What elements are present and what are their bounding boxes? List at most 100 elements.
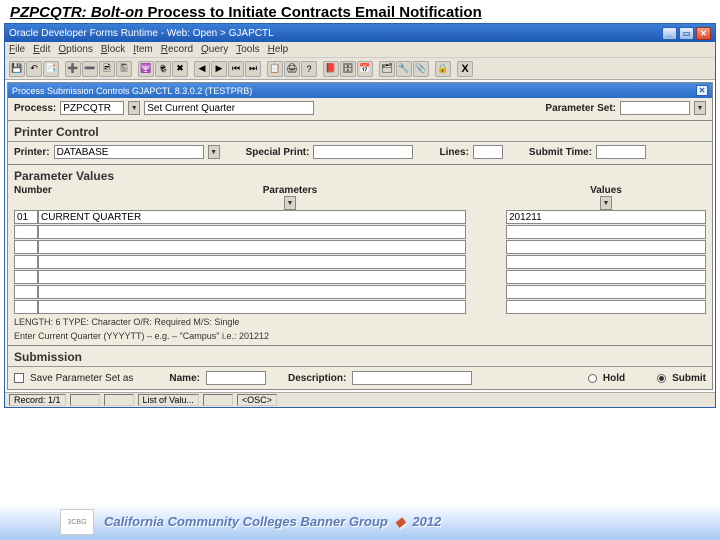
submit-radio[interactable]	[657, 374, 666, 383]
param-desc[interactable]	[38, 255, 466, 269]
maximize-button[interactable]: ▭	[679, 27, 694, 40]
col-number: Number	[14, 185, 74, 196]
submission-row: Save Parameter Set as Name: Description:…	[8, 367, 712, 389]
menu-edit[interactable]: Edit	[33, 44, 50, 55]
param-desc[interactable]	[38, 240, 466, 254]
paramset-input[interactable]	[620, 101, 690, 115]
hold-radio[interactable]	[588, 374, 597, 383]
param-val[interactable]	[506, 240, 706, 254]
param-num[interactable]	[14, 255, 38, 269]
submit-time-input[interactable]	[596, 145, 646, 159]
calc-icon[interactable]: 🗄	[340, 61, 356, 77]
slide-title: PZPCQTR: Bolt-on Process to Initiate Con…	[0, 0, 720, 23]
process-dropdown[interactable]: ▼	[128, 101, 140, 115]
nextrec-icon[interactable]: ▶	[211, 61, 227, 77]
process-row: Process: ▼ Parameter Set: ▼	[8, 98, 712, 118]
toolbar: 💾 ↶ 📑 ➕ ➖ 🖻 🖺 🕎 🕏 ✖ ◀ ▶ ⏮ ⏭ 📋 🖨 ? 📕 🗄 📅 …	[5, 58, 715, 80]
titlebar: Oracle Developer Forms Runtime - Web: Op…	[5, 24, 715, 42]
exit-icon[interactable]: X	[457, 61, 473, 77]
process-desc-input[interactable]	[144, 101, 314, 115]
prev-icon[interactable]: 🖻	[99, 61, 115, 77]
cal-icon[interactable]: 📅	[357, 61, 373, 77]
help-icon[interactable]: ?	[301, 61, 317, 77]
param-desc[interactable]	[38, 225, 466, 239]
param-num[interactable]	[14, 300, 38, 314]
param-val[interactable]	[506, 270, 706, 284]
param-hint: Enter Current Quarter (YYYYTT) – e.g. – …	[8, 329, 712, 343]
sub-close-icon[interactable]: ✕	[696, 85, 708, 96]
tool2-icon[interactable]: 🔧	[396, 61, 412, 77]
param-row-1	[8, 210, 712, 224]
delete-icon[interactable]: ➖	[82, 61, 98, 77]
printer-dropdown[interactable]: ▼	[208, 145, 220, 159]
tool-icon[interactable]: 🗂	[379, 61, 395, 77]
prevrec-icon[interactable]: ◀	[194, 61, 210, 77]
nextblk-icon[interactable]: ⏭	[245, 61, 261, 77]
status-cell	[70, 394, 100, 406]
status-cell	[104, 394, 134, 406]
menu-query[interactable]: Query	[201, 44, 228, 55]
value-scroll-dropdown[interactable]: ▼	[600, 196, 612, 210]
cancelq-icon[interactable]: ✖	[172, 61, 188, 77]
lines-input[interactable]	[473, 145, 503, 159]
param-num[interactable]	[14, 225, 38, 239]
param-num[interactable]	[14, 270, 38, 284]
close-button[interactable]: ✕	[696, 27, 711, 40]
status-cell	[203, 394, 233, 406]
name-input[interactable]	[206, 371, 266, 385]
book-icon[interactable]: 📕	[323, 61, 339, 77]
menu-file[interactable]: File	[9, 44, 25, 55]
param-val-1[interactable]	[506, 210, 706, 224]
paramset-label: Parameter Set:	[545, 103, 616, 114]
minimize-button[interactable]: _	[662, 27, 677, 40]
submission-header: Submission	[8, 348, 712, 366]
insert-icon[interactable]: ➕	[65, 61, 81, 77]
printer-input[interactable]	[54, 145, 204, 159]
sub-title: Process Submission Controls GJAPCTL 8.3.…	[12, 86, 252, 96]
menu-item[interactable]: Item	[133, 44, 152, 55]
save-paramset-checkbox[interactable]	[14, 373, 24, 383]
param-val[interactable]	[506, 300, 706, 314]
select-icon[interactable]: 📑	[43, 61, 59, 77]
execq-icon[interactable]: 🕏	[155, 61, 171, 77]
rollback-icon[interactable]: ↶	[26, 61, 42, 77]
special-print-input[interactable]	[313, 145, 413, 159]
prevblk-icon[interactable]: ⏮	[228, 61, 244, 77]
status-list: List of Valu...	[138, 394, 199, 406]
tool3-icon[interactable]: 📎	[413, 61, 429, 77]
param-val[interactable]	[506, 255, 706, 269]
menubar: File Edit Options Block Item Record Quer…	[5, 42, 715, 58]
footer-text: California Community Colleges Banner Gro…	[104, 514, 441, 530]
param-scroll-dropdown[interactable]: ▼	[284, 196, 296, 210]
list-icon[interactable]: 📋	[267, 61, 283, 77]
next-icon[interactable]: 🖺	[116, 61, 132, 77]
print-icon[interactable]: 🖨	[284, 61, 300, 77]
param-num[interactable]	[14, 285, 38, 299]
col-values: Values	[506, 185, 706, 196]
save-paramset-label: Save Parameter Set as	[30, 373, 133, 384]
menu-options[interactable]: Options	[58, 44, 92, 55]
desc-label: Description:	[288, 373, 346, 384]
param-desc[interactable]	[38, 300, 466, 314]
process-label: Process:	[14, 103, 56, 114]
enterq-icon[interactable]: 🕎	[138, 61, 154, 77]
param-num[interactable]	[14, 240, 38, 254]
process-input[interactable]	[60, 101, 124, 115]
menu-block[interactable]: Block	[101, 44, 125, 55]
desc-input[interactable]	[352, 371, 472, 385]
lock-icon[interactable]: 🔒	[435, 61, 451, 77]
menu-record[interactable]: Record	[161, 44, 193, 55]
paramset-dropdown[interactable]: ▼	[694, 101, 706, 115]
printer-label: Printer:	[14, 147, 50, 158]
save-icon[interactable]: 💾	[9, 61, 25, 77]
param-desc[interactable]	[38, 285, 466, 299]
param-val[interactable]	[506, 285, 706, 299]
param-num-1[interactable]	[14, 210, 38, 224]
menu-tools[interactable]: Tools	[236, 44, 259, 55]
printer-header: Printer Control	[8, 123, 712, 141]
param-val[interactable]	[506, 225, 706, 239]
name-label: Name:	[169, 373, 200, 384]
param-desc[interactable]	[38, 270, 466, 284]
menu-help[interactable]: Help	[268, 44, 289, 55]
param-desc-1[interactable]	[38, 210, 466, 224]
